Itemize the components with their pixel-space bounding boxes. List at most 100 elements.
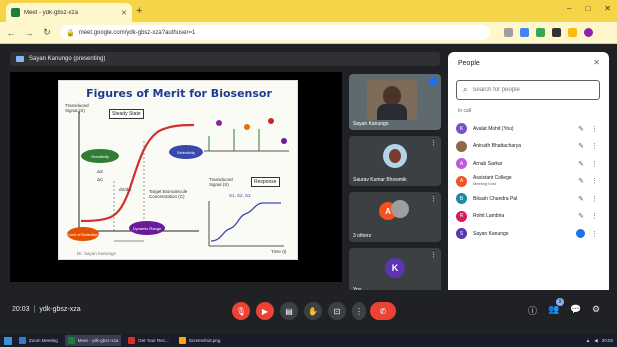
camera-toggle-button[interactable]: ▶ bbox=[256, 302, 274, 320]
back-arrow-icon[interactable]: ← bbox=[6, 28, 16, 38]
windows-start-icon[interactable] bbox=[4, 336, 12, 345]
close-icon[interactable]: ✕ bbox=[593, 58, 600, 67]
end-call-button[interactable]: ✆ bbox=[370, 302, 396, 320]
taskbar-item-label: Screenshot.png bbox=[188, 338, 221, 343]
app-icon bbox=[128, 337, 136, 344]
maximize-button[interactable]: □ bbox=[585, 4, 590, 13]
more-options-icon[interactable]: ⋮ bbox=[591, 177, 598, 185]
person-body bbox=[377, 104, 407, 120]
tab-title: Meet - ydk-gbsz-xza bbox=[24, 9, 79, 16]
participant-tile-photo[interactable]: ⋮ Saurav Kumar Bhowmik bbox=[349, 136, 441, 186]
presenter-label: Sayan Kanungo (presenting) bbox=[29, 56, 106, 62]
extension-icon[interactable] bbox=[504, 28, 513, 37]
extension-icon[interactable] bbox=[536, 28, 545, 37]
people-panel-title: People bbox=[458, 60, 480, 67]
list-item[interactable]: Anirudh Bhattacharya ✎ ⋮ bbox=[454, 138, 604, 156]
taskbar-item[interactable]: Zoom Meeting bbox=[16, 335, 61, 346]
participant-name: Saurav Kumar Bhowmik bbox=[353, 177, 407, 183]
participant-name: Anirudh Bhattacharya bbox=[473, 143, 522, 150]
mic-off-icon[interactable]: ✎ bbox=[578, 212, 584, 220]
people-search[interactable]: ⌕ bbox=[456, 80, 600, 100]
more-options-icon[interactable]: ⋮ bbox=[430, 139, 437, 147]
window-controls: – □ ✕ bbox=[567, 4, 611, 13]
taskbar-item[interactable]: Screenshot.png bbox=[176, 335, 224, 346]
participant-avatar: S bbox=[456, 228, 467, 240]
sensitivity-oval: Sensitivity bbox=[81, 149, 119, 163]
mic-off-icon[interactable]: ✎ bbox=[578, 160, 584, 168]
more-options-icon[interactable]: ⋮ bbox=[591, 195, 598, 203]
participant-tile-others[interactable]: ⋮ A 3 others bbox=[349, 192, 441, 242]
activities-icon[interactable]: ⚙ bbox=[592, 304, 600, 315]
list-item[interactable]: A Arnab Sarkar ✎ ⋮ bbox=[454, 155, 604, 173]
participant-name: Avalat Mohit (You) bbox=[473, 125, 514, 132]
meet-favicon-icon bbox=[11, 8, 20, 17]
presentation-slide: Figures of Merit for Biosensor Transduce… bbox=[58, 80, 298, 260]
list-item[interactable]: A Assistant College Meeting host ✎ ⋮ bbox=[454, 173, 604, 191]
extension-icon[interactable] bbox=[520, 28, 529, 37]
more-options-icon[interactable]: ⋮ bbox=[430, 195, 437, 203]
more-options-icon[interactable]: ⋮ bbox=[591, 142, 598, 150]
mic-off-icon[interactable]: ✎ bbox=[578, 142, 584, 150]
list-item[interactable]: R Rohit Lambria ✎ ⋮ bbox=[454, 208, 604, 226]
extension-icon[interactable] bbox=[568, 28, 577, 37]
more-options-icon[interactable]: ⋮ bbox=[591, 160, 598, 168]
captions-button[interactable]: ▤ bbox=[280, 302, 298, 320]
info-icon[interactable]: ⓘ bbox=[528, 304, 537, 317]
taskbar-item-label: Zoom Meeting bbox=[29, 338, 58, 343]
participant-avatar: R bbox=[456, 210, 467, 222]
participant-name-block: Assistant College Meeting host bbox=[473, 175, 551, 187]
list-item[interactable]: B Bikash Chandra Pal ✎ ⋮ bbox=[454, 190, 604, 208]
participant-list: K Avalat Mohit (You) ✎ ⋮ Anirudh Bhattac… bbox=[454, 120, 604, 243]
selectivity-oval: Selectivity bbox=[169, 145, 203, 159]
extension-icons bbox=[504, 28, 593, 37]
list-item[interactable]: S Sayan Kanungo ⋮ bbox=[454, 225, 604, 243]
raise-hand-button[interactable]: ✋ bbox=[304, 302, 322, 320]
mic-off-icon[interactable]: ✎ bbox=[578, 195, 584, 203]
person-head bbox=[383, 86, 401, 106]
participant-name: 3 others bbox=[353, 233, 372, 239]
present-button[interactable]: ⊡ bbox=[328, 302, 346, 320]
participant-tile-self[interactable]: ⋮ K You bbox=[349, 248, 441, 296]
video-feed bbox=[367, 80, 417, 120]
people-panel: People ✕ ⌕ In call K Avalat Mohit (You) … bbox=[448, 52, 609, 297]
participant-tile-video[interactable]: Sayan Kanungo bbox=[349, 74, 441, 130]
participant-name: Rohit Lambria bbox=[473, 213, 505, 220]
forward-arrow-icon[interactable]: → bbox=[24, 28, 34, 38]
close-window-button[interactable]: ✕ bbox=[604, 4, 611, 13]
volume-icon[interactable]: ◀ bbox=[594, 338, 597, 344]
mic-toggle-button[interactable]: 🎙 bbox=[232, 302, 250, 320]
x-axis-label: Target Biomolecule Concentration (C) bbox=[149, 189, 188, 199]
more-options-button[interactable]: ⋮ bbox=[352, 302, 366, 320]
reload-icon[interactable]: ↻ bbox=[42, 27, 52, 38]
taskbar-item[interactable]: Get Your Rec... bbox=[125, 335, 172, 346]
minimize-button[interactable]: – bbox=[567, 4, 571, 13]
participant-name: Arnab Sarkar bbox=[473, 160, 503, 167]
tab-close-icon[interactable]: ✕ bbox=[121, 9, 127, 17]
url-field[interactable]: 🔒 meet.google.com/ydk-gbsz-xza?authuser=… bbox=[60, 25, 490, 40]
participant-avatar: A bbox=[456, 158, 467, 170]
more-options-icon[interactable]: ⋮ bbox=[430, 251, 437, 259]
taskbar-item-label: Get Your Rec... bbox=[138, 338, 169, 343]
extension-icon[interactable] bbox=[552, 28, 561, 37]
more-options-icon[interactable]: ⋮ bbox=[591, 230, 598, 238]
list-item[interactable]: K Avalat Mohit (You) ✎ ⋮ bbox=[454, 120, 604, 138]
mic-off-icon[interactable]: ✎ bbox=[578, 125, 584, 133]
more-options-icon[interactable]: ⋮ bbox=[591, 212, 598, 220]
lod-oval: Limit of Detection bbox=[67, 227, 99, 241]
speaking-indicator-icon[interactable] bbox=[576, 229, 585, 239]
mic-off-icon[interactable]: ✎ bbox=[578, 177, 584, 185]
profile-avatar[interactable] bbox=[584, 28, 593, 37]
browser-tab[interactable]: Meet - ydk-gbsz-xza ✕ bbox=[6, 3, 132, 22]
section-label: In call bbox=[458, 108, 472, 114]
search-input[interactable] bbox=[472, 87, 583, 93]
address-bar-row: ← → ↻ 🔒 meet.google.com/ydk-gbsz-xza?aut… bbox=[0, 22, 617, 44]
taskbar-item[interactable]: Meet - ydk-gbsz-xza bbox=[64, 335, 122, 346]
chat-icon[interactable]: 💬 bbox=[570, 304, 581, 315]
tray-clock: 20:03 bbox=[601, 338, 613, 343]
dsdc-label: dS/dC bbox=[119, 187, 132, 192]
participant-avatar: A bbox=[456, 175, 467, 187]
more-options-icon[interactable]: ⋮ bbox=[591, 125, 598, 133]
wifi-icon[interactable]: ▲ bbox=[586, 338, 590, 343]
new-tab-button[interactable]: + bbox=[136, 4, 142, 18]
url-text: meet.google.com/ydk-gbsz-xza?authuser=1 bbox=[78, 29, 196, 36]
